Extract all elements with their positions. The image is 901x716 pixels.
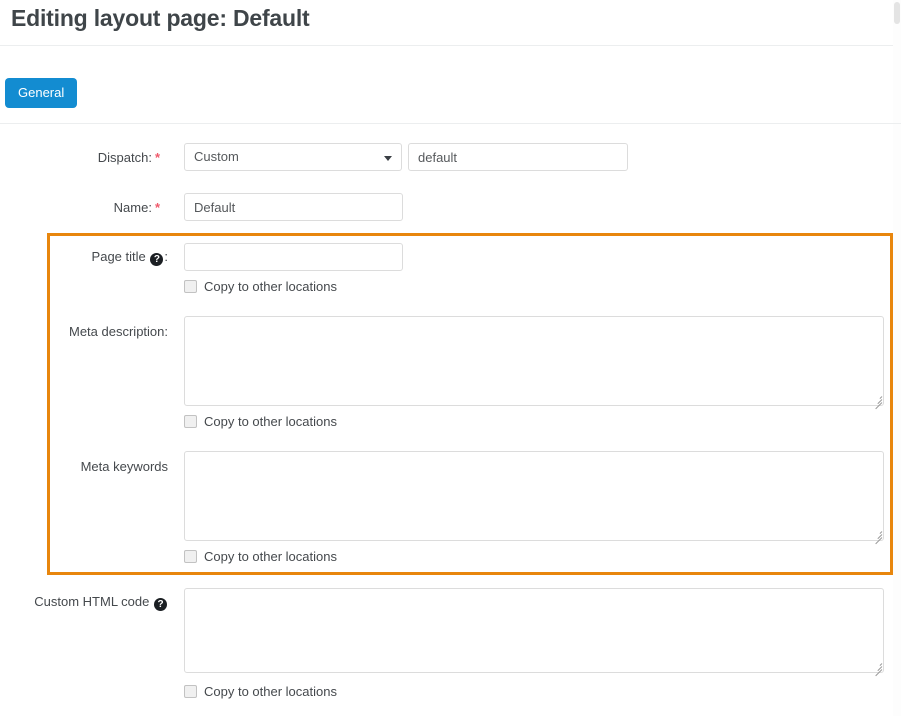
dispatch-text-input[interactable]	[408, 143, 628, 171]
page-title-input[interactable]	[184, 243, 403, 271]
custom-html-copy-checkbox[interactable]	[184, 685, 197, 698]
meta-keywords-label-text: Meta keywords	[80, 459, 168, 474]
page-title-copy-label[interactable]: Copy to other locations	[204, 279, 337, 294]
dispatch-label: Dispatch: *	[0, 150, 160, 165]
meta-keywords-label: Meta keywords	[0, 459, 168, 474]
page-title-label-colon: :	[164, 249, 168, 264]
meta-description-textarea[interactable]	[184, 316, 884, 406]
meta-description-copy-label[interactable]: Copy to other locations	[204, 414, 337, 429]
help-icon[interactable]: ?	[150, 253, 164, 266]
chevron-down-icon	[384, 156, 392, 161]
name-required-asterisk: *	[154, 200, 160, 215]
custom-html-label-text: Custom HTML code	[34, 594, 150, 609]
meta-description-label-text: Meta description:	[69, 324, 168, 339]
meta-description-copy-checkbox[interactable]	[184, 415, 197, 428]
layout-settings-form: Dispatch:* Custom Name:* Page title ?: C…	[0, 0, 901, 716]
dispatch-required-asterisk: *	[154, 150, 160, 165]
meta-keywords-copy-label[interactable]: Copy to other locations	[204, 549, 337, 564]
dispatch-label-text: Dispatch:	[97, 150, 152, 165]
page-title-copy-checkbox[interactable]	[184, 280, 197, 293]
editing-layout-page: Editing layout page: Default General Dis…	[0, 0, 901, 716]
name-label-text: Name:	[113, 200, 152, 215]
meta-keywords-copy-checkbox[interactable]	[184, 550, 197, 563]
dispatch-select-value: Custom	[194, 149, 239, 164]
meta-description-label: Meta description:	[0, 324, 168, 339]
help-icon[interactable]: ?	[154, 598, 167, 611]
page-title-label: Page title ?:	[0, 249, 168, 266]
custom-html-label: Custom HTML code ?	[0, 594, 168, 611]
meta-keywords-textarea[interactable]	[184, 451, 884, 541]
page-title-label-text: Page title	[91, 249, 146, 264]
custom-html-copy-label[interactable]: Copy to other locations	[204, 684, 337, 699]
custom-html-textarea[interactable]	[184, 588, 884, 673]
dispatch-select[interactable]: Custom	[184, 143, 402, 171]
name-input[interactable]	[184, 193, 403, 221]
name-label: Name: *	[0, 200, 160, 215]
